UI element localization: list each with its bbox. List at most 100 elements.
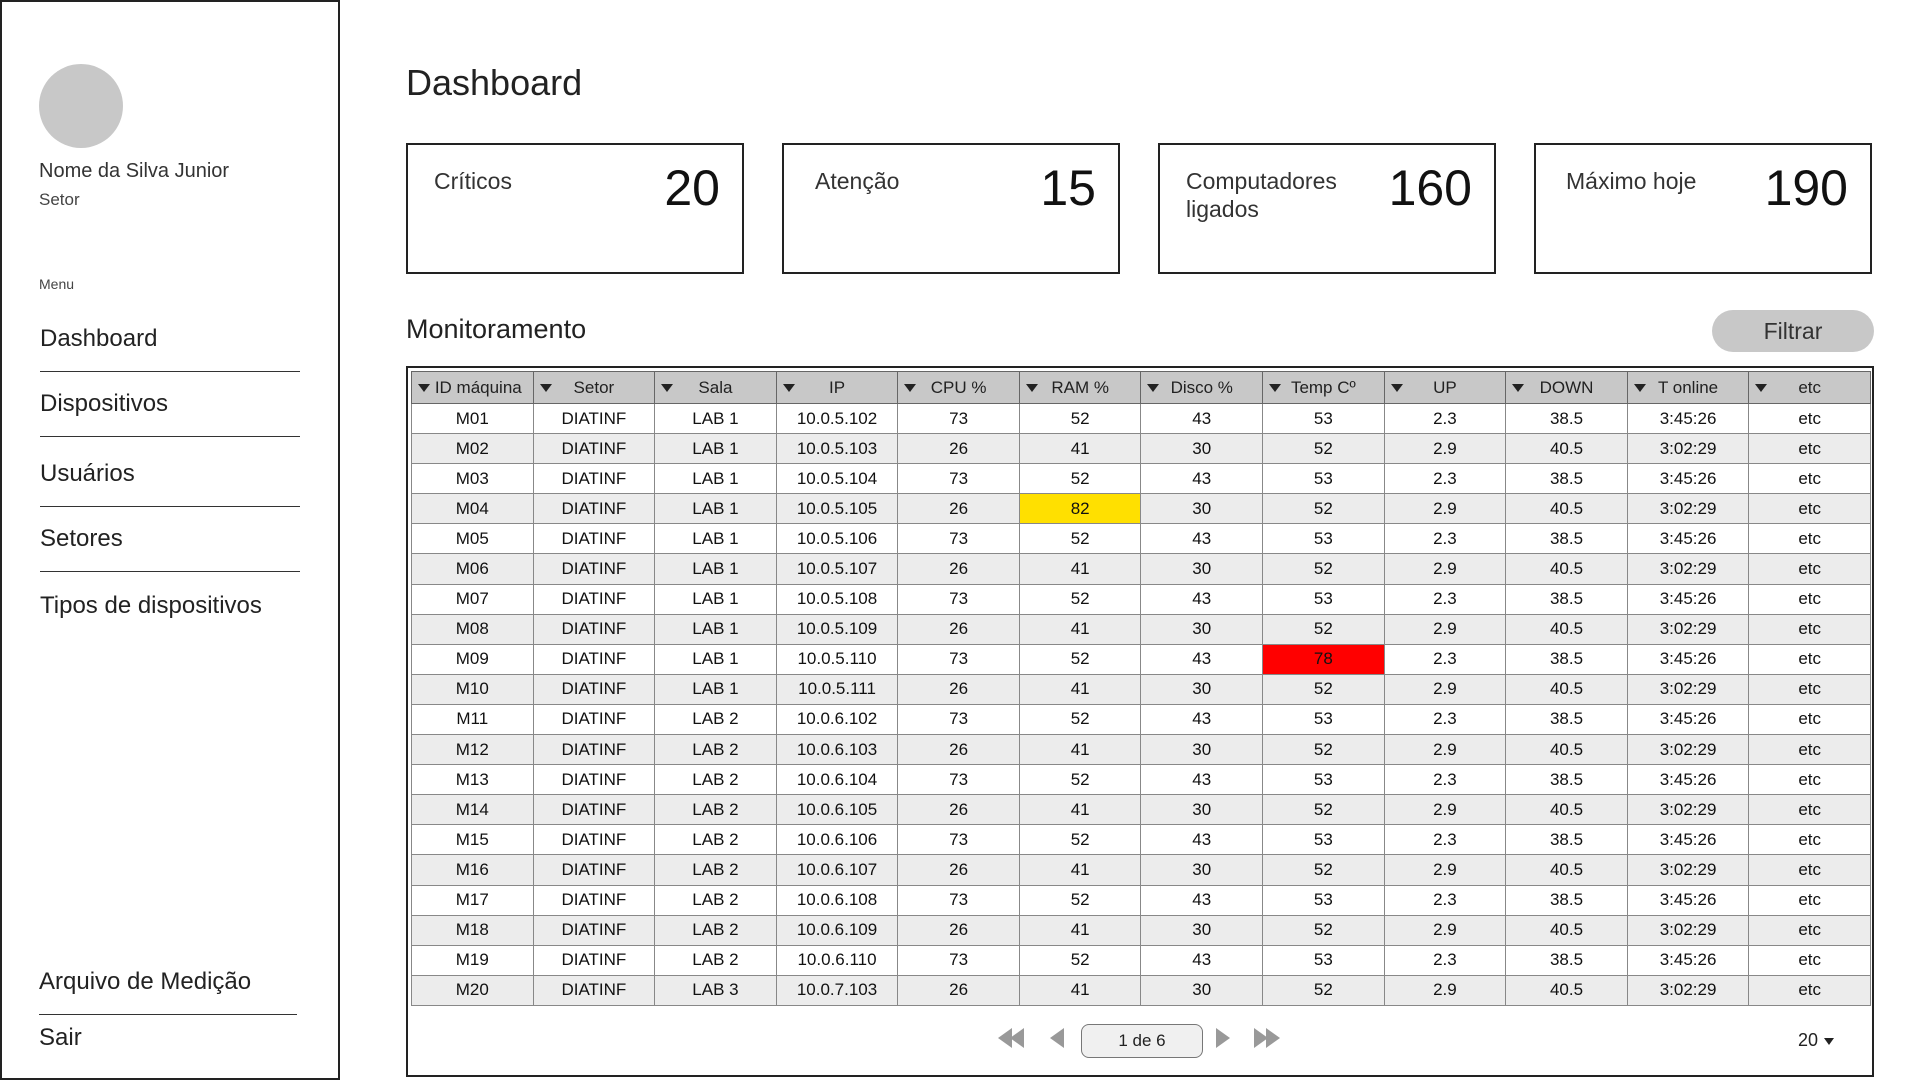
table-cell: M06 (411, 553, 534, 585)
page-input[interactable] (1081, 1024, 1203, 1058)
table-cell: 10.0.6.108 (775, 884, 899, 916)
table-cell: 10.0.5.103 (775, 433, 899, 465)
sidebar-item-label: Dashboard (40, 325, 158, 352)
table-cell: DIATINF (532, 734, 656, 766)
table-row[interactable]: M18 DIATINF LAB 2 10.0.6.109 26 41 30 52 2.9 40.5… (411, 914, 1871, 946)
sort-dropdown-icon[interactable] (1633, 384, 1646, 392)
column-header[interactable]: DOWN (1505, 371, 1628, 404)
sort-dropdown-icon[interactable] (1147, 384, 1160, 392)
sidebar-item-dashboard[interactable]: Dashboard (40, 325, 300, 372)
page-size-select[interactable]: 20 (1798, 1030, 1835, 1051)
table-row[interactable]: M13 DIATINF LAB 2 10.0.6.104 73 52 43 53 2.3 38.5… (411, 764, 1871, 796)
sort-dropdown-icon[interactable] (661, 384, 674, 392)
table-cell: 26 (897, 553, 1020, 585)
sidebar-item-setores[interactable]: Setores (40, 525, 300, 572)
table-row[interactable]: M12 DIATINF LAB 2 10.0.6.103 26 41 30 52 2.9 40.5… (411, 734, 1871, 766)
table-cell: 40.5 (1505, 974, 1628, 1006)
table-cell: M15 (411, 824, 534, 856)
table-row[interactable]: M14 DIATINF LAB 2 10.0.6.105 26 41 30 52 2.9 40.5… (411, 794, 1871, 826)
stat-label: Computadores ligados (1186, 168, 1337, 222)
last-page-icon[interactable] (1254, 1028, 1284, 1052)
table-cell: 41 (1018, 673, 1142, 705)
table-row[interactable]: M05 DIATINF LAB 1 10.0.5.106 73 52 43 53 2.3 38.5… (411, 523, 1871, 555)
table-row[interactable]: M10 DIATINF LAB 1 10.0.5.111 26 41 30 52 2.9 40.5… (411, 673, 1871, 705)
column-header[interactable]: etc (1748, 371, 1871, 404)
table-cell: 52 (1018, 463, 1142, 495)
sidebar-item-sair[interactable]: Sair (39, 1024, 299, 1070)
table-row[interactable]: M16 DIATINF LAB 2 10.0.6.107 26 41 30 52 2.9 40.5… (411, 854, 1871, 886)
table-row[interactable]: M04 DIATINF LAB 1 10.0.5.105 26 82 30 52 2.9 40.5… (411, 493, 1871, 525)
table-cell: 3:45:26 (1626, 402, 1750, 435)
sort-dropdown-icon[interactable] (1390, 384, 1403, 392)
table-cell: 52 (1018, 764, 1142, 796)
table-cell: 38.5 (1505, 703, 1628, 736)
sort-dropdown-icon[interactable] (1755, 384, 1768, 392)
table-row[interactable]: M20 DIATINF LAB 3 10.0.7.103 26 41 30 52 2.9 40.5… (411, 974, 1871, 1006)
table-body: M01 DIATINF LAB 1 10.0.5.102 73 52 43 53 2.3 38.5… (411, 402, 1871, 1006)
column-header[interactable]: Sala (654, 371, 777, 404)
table-row[interactable]: M01 DIATINF LAB 1 10.0.5.102 73 52 43 53 2.3 38.5… (411, 402, 1871, 435)
table-row[interactable]: M19 DIATINF LAB 2 10.0.6.110 73 52 43 53 2.3 38.5… (411, 944, 1871, 976)
sort-dropdown-icon[interactable] (782, 384, 795, 392)
table-cell: 26 (897, 673, 1020, 705)
stat-card-computadores-ligados: Computadores ligados 160 (1158, 143, 1496, 274)
table-cell: 30 (1140, 673, 1264, 705)
sidebar: Nome da Silva Junior Setor Menu Dashboar… (0, 0, 340, 1080)
column-header[interactable]: T online (1626, 371, 1750, 404)
sort-dropdown-icon[interactable] (418, 384, 430, 392)
column-header[interactable]: Setor (532, 371, 656, 404)
table-cell: 53 (1262, 703, 1385, 736)
column-header[interactable]: IP (775, 371, 899, 404)
table-row[interactable]: M08 DIATINF LAB 1 10.0.5.109 26 41 30 52 2.9 40.5… (411, 613, 1871, 645)
sidebar-item-label: Setores (40, 525, 123, 552)
sidebar-item-arquivo-de-medicao[interactable]: Arquivo de Medição (39, 968, 297, 1015)
table-cell: 41 (1018, 974, 1142, 1006)
table-cell: 3:45:26 (1626, 703, 1750, 736)
table-cell: 52 (1018, 402, 1142, 435)
table-row[interactable]: M03 DIATINF LAB 1 10.0.5.104 73 52 43 53 2.3 38.5… (411, 463, 1871, 495)
column-header[interactable]: Temp Cº (1262, 371, 1385, 404)
column-header[interactable]: ID máquina (411, 371, 534, 404)
page-title: Dashboard (406, 62, 583, 103)
sidebar-item-tipos-de-dispositivos[interactable]: Tipos de dispositivos (40, 592, 300, 638)
table-cell: 52 (1262, 433, 1385, 465)
table-cell: 3:02:29 (1626, 433, 1750, 465)
table-cell: DIATINF (532, 523, 656, 555)
table-row[interactable]: M15 DIATINF LAB 2 10.0.6.106 73 52 43 53 2.3 38.5… (411, 824, 1871, 856)
table-cell: 10.0.5.111 (775, 673, 899, 705)
next-page-icon[interactable] (1216, 1028, 1246, 1052)
table-row[interactable]: M06 DIATINF LAB 1 10.0.5.107 26 41 30 52 2.9 40.5… (411, 553, 1871, 585)
column-header[interactable]: CPU % (897, 371, 1020, 404)
avatar[interactable] (39, 64, 123, 148)
column-header[interactable]: Disco % (1140, 371, 1264, 404)
table-cell: LAB 3 (654, 974, 777, 1006)
table-row[interactable]: M17 DIATINF LAB 2 10.0.6.108 73 52 43 53 2.3 38.5… (411, 884, 1871, 916)
table-row[interactable]: M02 DIATINF LAB 1 10.0.5.103 26 41 30 52 2.9 40.5… (411, 433, 1871, 465)
table-row[interactable]: M07 DIATINF LAB 1 10.0.5.108 73 52 43 53 2.3 38.5… (411, 583, 1871, 615)
table-cell: DIATINF (532, 974, 656, 1006)
table-cell: LAB 2 (654, 764, 777, 796)
sidebar-item-usuarios[interactable]: Usuários (40, 460, 300, 507)
table-cell: 10.0.6.107 (775, 854, 899, 886)
table-row[interactable]: M11 DIATINF LAB 2 10.0.6.102 73 52 43 53 2.3 38.5… (411, 703, 1871, 736)
stat-value: 20 (664, 160, 720, 216)
table-cell: DIATINF (532, 944, 656, 976)
prev-page-icon[interactable] (1050, 1028, 1080, 1052)
table-cell: etc (1748, 884, 1871, 916)
filter-button[interactable]: Filtrar (1712, 310, 1874, 352)
column-header[interactable]: RAM % (1018, 371, 1142, 404)
table-cell: DIATINF (532, 703, 656, 736)
sort-dropdown-icon[interactable] (904, 384, 917, 392)
column-header[interactable]: UP (1383, 371, 1507, 404)
table-cell: 78 (1262, 643, 1385, 675)
table-cell: 41 (1018, 914, 1142, 946)
sort-dropdown-icon[interactable] (1025, 384, 1038, 392)
table-row[interactable]: M09 DIATINF LAB 1 10.0.5.110 73 52 43 78 2.3 38.5… (411, 643, 1871, 675)
first-page-icon[interactable] (998, 1028, 1028, 1052)
sidebar-item-dispositivos[interactable]: Dispositivos (40, 390, 300, 437)
table-cell: 2.9 (1383, 794, 1507, 826)
sort-dropdown-icon[interactable] (1512, 384, 1525, 392)
column-header-label: CPU % (930, 377, 987, 397)
sort-dropdown-icon[interactable] (539, 384, 552, 392)
sort-dropdown-icon[interactable] (1269, 384, 1282, 392)
